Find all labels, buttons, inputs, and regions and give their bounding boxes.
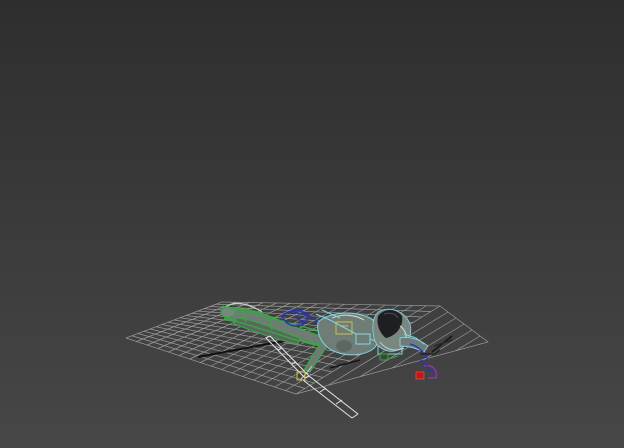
grid-line (455, 335, 481, 351)
grid-line (423, 329, 473, 360)
character-model[interactable] (220, 302, 453, 419)
3d-viewport[interactable] (0, 0, 624, 448)
scene (125, 301, 489, 419)
